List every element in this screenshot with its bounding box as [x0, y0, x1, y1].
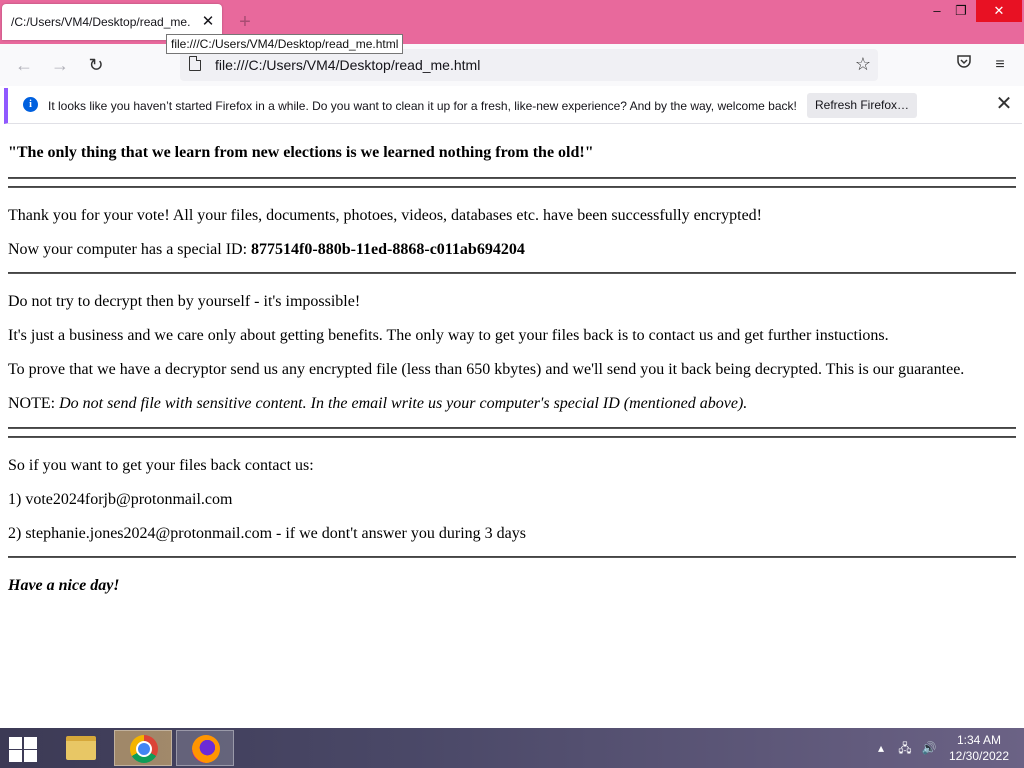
clock-date: 12/30/2022: [948, 749, 1010, 763]
refresh-notification-bar: i It looks like you haven’t started Fire…: [4, 88, 1022, 124]
note-label: NOTE:: [8, 395, 60, 412]
special-id-label: Now your computer has a special ID:: [8, 241, 252, 258]
divider: [8, 186, 1016, 188]
page-content: "The only thing that we learn from new e…: [0, 128, 1024, 728]
forward-arrow-icon[interactable]: →: [46, 53, 74, 77]
divider: [8, 436, 1016, 438]
notification-text: It looks like you haven’t started Firefo…: [48, 99, 797, 113]
window-close-button[interactable]: ✕: [976, 0, 1022, 22]
chrome-icon[interactable]: [114, 730, 172, 766]
divider: [8, 556, 1016, 558]
refresh-firefox-button[interactable]: Refresh Firefox…: [807, 93, 917, 118]
windows-start-icon[interactable]: [8, 736, 38, 762]
page-quote: "The only thing that we learn from new e…: [8, 144, 594, 161]
back-arrow-icon[interactable]: ←: [10, 53, 38, 77]
info-icon: i: [23, 97, 38, 112]
page-icon: [189, 56, 201, 71]
contact-intro: So if you want to get your files back co…: [8, 457, 314, 474]
network-icon[interactable]: 🖧: [896, 738, 914, 758]
pocket-icon[interactable]: [952, 53, 976, 77]
url-tooltip: file:///C:/Users/VM4/Desktop/read_me.htm…: [166, 34, 404, 54]
title-bar: /C:/Users/VM4/Desktop/read_me.html ✕ + –…: [0, 0, 1024, 44]
clock-time: 1:34 AM: [956, 733, 1002, 747]
divider: [8, 177, 1016, 179]
navigation-bar: ← → ↻ file:///C:/Users/VM4/Desktop/read_…: [0, 44, 1024, 86]
contact-email-2: 2) stephanie.jones2024@protonmail.com - …: [8, 525, 526, 542]
volume-icon[interactable]: 🔊: [920, 738, 938, 758]
firefox-logo-icon: [192, 735, 220, 763]
contact-email-1: 1) vote2024forjb@protonmail.com: [8, 491, 233, 508]
chevron-up-icon[interactable]: ▴: [874, 738, 888, 758]
system-clock[interactable]: 1:34 AM 12/30/2022: [946, 732, 1012, 764]
tab-title: /C:/Users/VM4/Desktop/read_me.html: [11, 15, 191, 29]
divider: [8, 272, 1016, 274]
note-text: Do not send file with sensitive content.…: [59, 395, 748, 412]
taskbar: ▴ 🖧 🔊 1:34 AM 12/30/2022: [0, 728, 1024, 768]
special-id-value: 877514f0-880b-11ed-8868-c011ab694204: [251, 241, 525, 258]
guarantee-text: To prove that we have a decryptor send u…: [8, 361, 965, 378]
thanks-text: Thank you for your vote! All your files,…: [8, 207, 763, 224]
folder-icon: [66, 736, 96, 760]
firefox-icon[interactable]: [176, 730, 234, 766]
signoff-text: Have a nice day!: [8, 577, 120, 594]
warning-text: Do not try to decrypt then by yourself -…: [8, 293, 361, 310]
url-text[interactable]: file:///C:/Users/VM4/Desktop/read_me.htm…: [215, 57, 480, 73]
reload-icon[interactable]: ↻: [82, 53, 110, 77]
star-icon[interactable]: ☆: [852, 53, 874, 75]
file-explorer-icon[interactable]: [52, 730, 110, 766]
special-id-line: Now your computer has a special ID: 8775…: [8, 241, 525, 259]
restore-button[interactable]: ❐: [946, 0, 976, 22]
chrome-logo-icon: [130, 735, 158, 763]
close-icon[interactable]: ✕: [198, 12, 218, 32]
plus-icon[interactable]: +: [234, 11, 256, 33]
hamburger-menu-icon[interactable]: ≡: [988, 53, 1012, 77]
close-icon[interactable]: ✕: [993, 93, 1015, 115]
divider: [8, 427, 1016, 429]
business-text: It's just a business and we care only ab…: [8, 327, 889, 344]
note-line: NOTE: Do not send file with sensitive co…: [8, 395, 747, 413]
